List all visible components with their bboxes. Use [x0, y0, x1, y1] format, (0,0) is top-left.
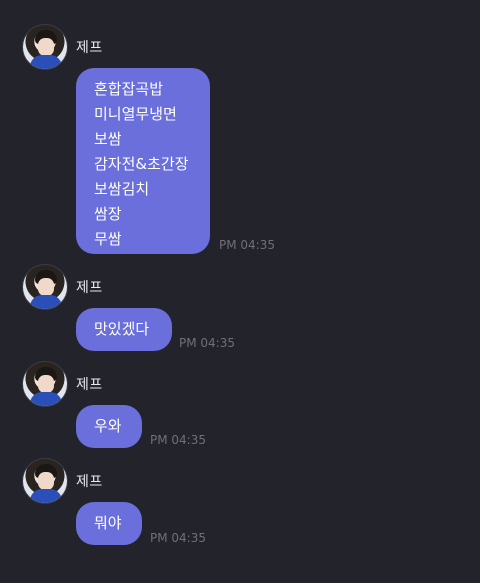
- message-text: 미니열무냉면: [94, 105, 177, 123]
- message-text: 보쌈: [94, 130, 122, 148]
- message-text: 무쌈: [94, 230, 122, 248]
- sender-name: 제프: [76, 40, 103, 56]
- chat-thread: 제프 혼합잡곡밥 미니열무냉면 보쌈 감자전&초간장 보쌈김치 쌈장 무쌈 PM…: [0, 0, 480, 583]
- message-timestamp: PM 04:35: [219, 238, 275, 252]
- message-timestamp: PM 04:35: [150, 531, 206, 545]
- message-text: 맛있겠다: [94, 320, 150, 338]
- message-timestamp: PM 04:35: [179, 336, 235, 350]
- sender-name: 제프: [76, 377, 103, 393]
- message-text: 쌈장: [94, 205, 122, 223]
- message-bubble[interactable]: 우와: [76, 405, 142, 448]
- message-text: 보쌈김치: [94, 180, 150, 198]
- message-bubble[interactable]: 뭐야: [76, 502, 142, 545]
- message-text: 뭐야: [94, 514, 122, 532]
- sender-name: 제프: [76, 280, 103, 296]
- message-bubble[interactable]: 혼합잡곡밥 미니열무냉면 보쌈 감자전&초간장 보쌈김치 쌈장 무쌈: [76, 68, 210, 254]
- message-text: 혼합잡곡밥: [94, 80, 164, 98]
- avatar[interactable]: [22, 361, 68, 407]
- sender-name: 제프: [76, 474, 103, 490]
- message-bubble[interactable]: 맛있겠다: [76, 308, 172, 351]
- avatar[interactable]: [22, 458, 68, 504]
- message-text: 우와: [94, 417, 122, 435]
- avatar[interactable]: [22, 264, 68, 310]
- message-timestamp: PM 04:35: [150, 433, 206, 447]
- avatar[interactable]: [22, 24, 68, 70]
- message-text: 감자전&초간장: [94, 155, 189, 173]
